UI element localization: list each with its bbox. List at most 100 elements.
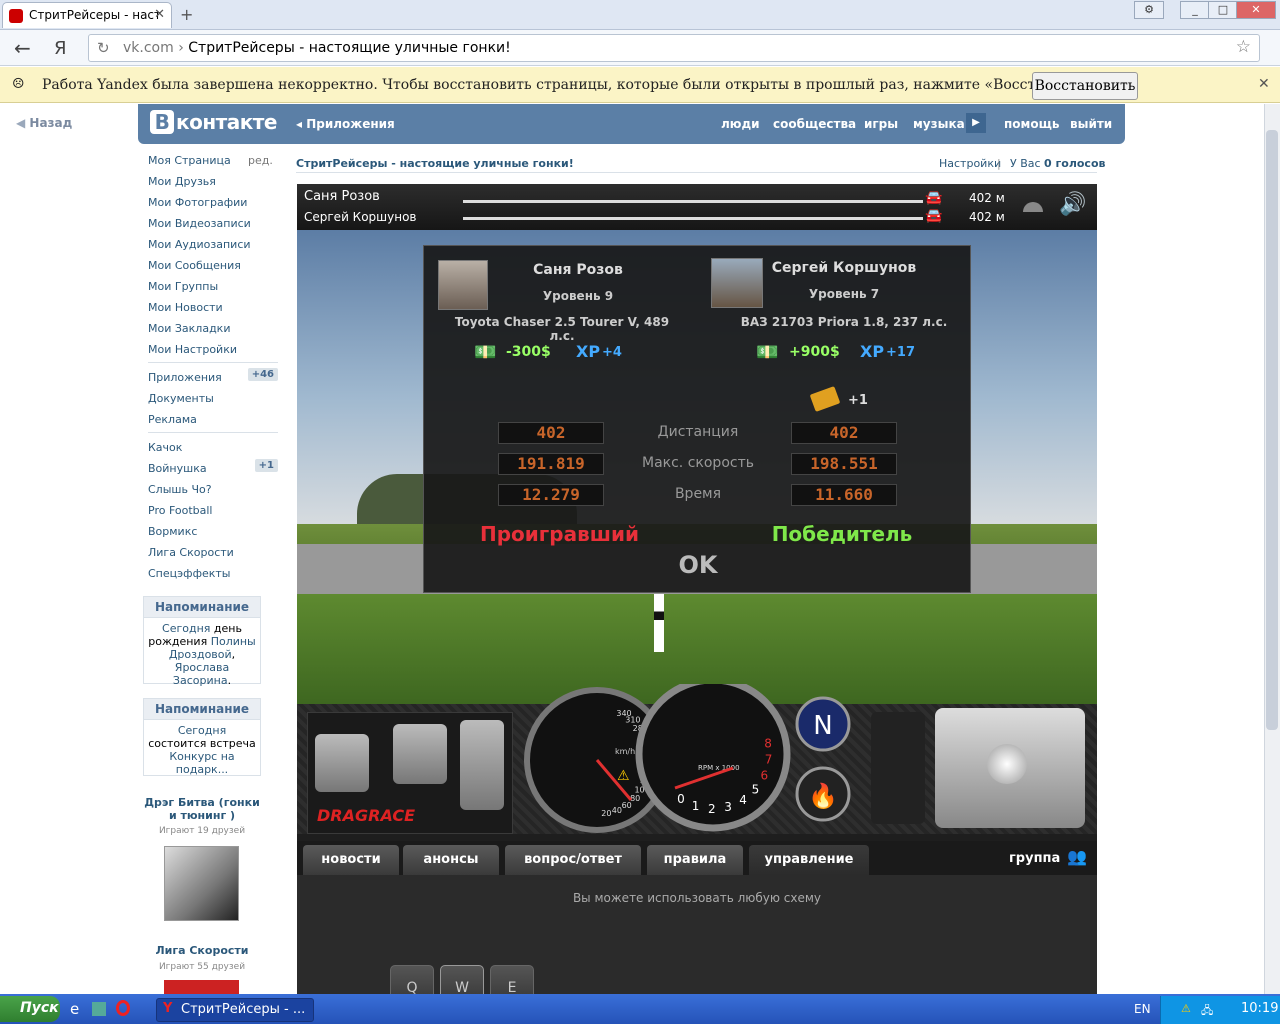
scrollbar-thumb[interactable]: [1266, 130, 1278, 730]
restore-button[interactable]: Восстановить: [1032, 72, 1138, 100]
start-label: Пуск: [20, 1000, 59, 1016]
key-e: E: [490, 965, 534, 994]
edit-link[interactable]: ред.: [248, 154, 273, 167]
nav-music[interactable]: музыка: [913, 117, 965, 131]
new-tab-button[interactable]: +: [180, 5, 193, 24]
reminder-person-link[interactable]: Ярослава Засорина: [173, 661, 229, 687]
browser-tab[interactable]: СтритРейсеры - наст ✕: [2, 2, 172, 28]
camera-icon[interactable]: [1023, 202, 1043, 212]
quicklaunch-ie-icon[interactable]: e: [70, 1000, 79, 1018]
app-promo-subtitle: Играют 55 друзей: [158, 962, 246, 972]
infobar-close-icon[interactable]: ✕: [1258, 76, 1270, 92]
nav-communities[interactable]: сообщества: [773, 117, 856, 131]
tab-controls[interactable]: управление: [749, 845, 869, 875]
quicklaunch-opera-icon[interactable]: [116, 1000, 130, 1016]
menu-videos[interactable]: Мои Видеозаписи: [148, 217, 251, 230]
ok-button[interactable]: OK: [668, 551, 728, 579]
menu-app-speed-league[interactable]: Лига Скорости: [148, 546, 234, 559]
app-promo-title[interactable]: Лига Скорости: [143, 944, 261, 957]
app-settings-link[interactable]: Настройки: [939, 157, 1001, 170]
back-link[interactable]: ◀ Назад: [16, 116, 72, 130]
p2-speed-lcd: 198.551: [791, 453, 897, 475]
nav-logout[interactable]: выйти: [1070, 117, 1112, 131]
rpm-tick-label: 7: [765, 753, 773, 767]
tab-announcements[interactable]: анонсы: [403, 845, 499, 875]
clutch-pedal[interactable]: [315, 734, 369, 792]
game-frame[interactable]: Саня Розов Сергей Коршунов 🚘 🚘 402 м 402…: [297, 184, 1097, 994]
close-tab-icon[interactable]: ✕: [154, 7, 165, 22]
menu-messages[interactable]: Мои Сообщения: [148, 259, 241, 272]
apps-nav-link[interactable]: ◂ Приложения: [296, 117, 395, 131]
menu-ads[interactable]: Реклама: [148, 413, 197, 426]
clock[interactable]: 10:19: [1241, 1001, 1278, 1016]
settings-window-icon[interactable]: ⚙: [1134, 1, 1164, 19]
menu-photos[interactable]: Мои Фотографии: [148, 196, 247, 209]
reminder-today-link[interactable]: Сегодня: [178, 724, 226, 737]
group-link[interactable]: группа: [1009, 851, 1060, 866]
menu-my-page[interactable]: Моя Страница: [148, 154, 231, 167]
menu-apps[interactable]: Приложения: [148, 371, 222, 384]
nav-people[interactable]: люди: [721, 117, 760, 131]
xp-label: XP: [860, 342, 885, 361]
menu-app-voynushka[interactable]: Войнушка: [148, 462, 207, 475]
app-promo-title[interactable]: Дрэг Битва (гонки и тюнинг ): [143, 796, 261, 822]
racer2-name: Сергей Коршунов: [304, 210, 417, 224]
music-play-icon[interactable]: ▶: [966, 113, 986, 133]
war-count-badge[interactable]: +1: [254, 459, 278, 472]
speed-tick-label: 20: [601, 809, 611, 818]
taskbar-item-label: СтритРейсеры - ...: [181, 1002, 306, 1017]
menu-app-football[interactable]: Pro Football: [148, 504, 213, 517]
reminder-heading: Напоминание: [144, 597, 260, 618]
menu-documents[interactable]: Документы: [148, 392, 214, 405]
vk-logo[interactable]: Вконтакте: [150, 110, 277, 134]
menu-settings[interactable]: Мои Настройки: [148, 343, 237, 356]
winner-label: Победитель: [771, 522, 913, 546]
start-button[interactable]: Пуск: [0, 996, 60, 1022]
menu-app-kachok[interactable]: Качок: [148, 441, 182, 454]
address-bar[interactable]: ↻ vk.com › СтритРейсеры - настоящие уличн…: [88, 34, 1260, 62]
race-progress-bar: Саня Розов Сергей Коршунов 🚘 🚘 402 м 402…: [297, 184, 1097, 230]
menu-friends[interactable]: Мои Друзья: [148, 175, 216, 188]
group-icon[interactable]: 👥: [1067, 847, 1087, 866]
app-header-line: [296, 172, 1097, 173]
reminder-event-link[interactable]: Конкурс на подарк...: [169, 750, 234, 776]
votes-count: 0 голосов: [1044, 157, 1106, 170]
maximize-button[interactable]: □: [1208, 1, 1238, 19]
apps-count-badge[interactable]: +46: [247, 368, 278, 381]
taskbar-window-item[interactable]: Y СтритРейсеры - ...: [156, 998, 314, 1022]
menu-app-effects[interactable]: Спецэффекты: [148, 567, 230, 580]
votes-info[interactable]: У Вас 0 голосов: [1010, 157, 1105, 170]
close-window-button[interactable]: ✕: [1236, 1, 1276, 19]
tab-news[interactable]: новости: [303, 845, 399, 875]
language-indicator[interactable]: EN: [1134, 1002, 1151, 1016]
car1-icon: 🚘: [925, 190, 943, 206]
gas-pedal[interactable]: [460, 720, 504, 810]
gear-knob[interactable]: [987, 744, 1027, 784]
nav-games[interactable]: игры: [864, 117, 898, 131]
menu-app-wormix[interactable]: Вормикс: [148, 525, 197, 538]
brake-pedal[interactable]: [393, 724, 447, 784]
votes-prefix: У Вас: [1010, 157, 1045, 170]
tray-warning-icon[interactable]: ⚠: [1181, 1002, 1191, 1015]
sound-icon[interactable]: 🔊: [1059, 192, 1086, 217]
menu-audio[interactable]: Мои Аудиозаписи: [148, 238, 251, 251]
minimize-button[interactable]: _: [1180, 1, 1210, 19]
yandex-icon[interactable]: Я: [54, 38, 67, 59]
warning-icon: ⚠: [617, 768, 630, 784]
quicklaunch-desktop-icon[interactable]: [92, 1002, 106, 1016]
menu-groups[interactable]: Мои Группы: [148, 280, 218, 293]
menu-app-slysh[interactable]: Слышь Чо?: [148, 483, 212, 496]
app-promo-image[interactable]: [164, 846, 239, 921]
tab-faq[interactable]: вопрос/ответ: [505, 845, 641, 875]
menu-news[interactable]: Мои Новости: [148, 301, 223, 314]
app-promo-image[interactable]: [164, 980, 239, 994]
menu-bookmarks[interactable]: Мои Закладки: [148, 322, 230, 335]
tray-network-icon[interactable]: 🖧: [1201, 1002, 1213, 1021]
nav-help[interactable]: помощь: [1004, 117, 1059, 131]
bookmark-star-icon[interactable]: ☆: [1236, 37, 1251, 57]
reminder-today-link[interactable]: Сегодня: [162, 622, 210, 635]
tab-rules[interactable]: правила: [647, 845, 743, 875]
back-arrow-icon[interactable]: ←: [14, 36, 31, 60]
player2-name: Сергей Коршунов: [771, 260, 917, 276]
reload-icon[interactable]: ↻: [97, 39, 110, 57]
